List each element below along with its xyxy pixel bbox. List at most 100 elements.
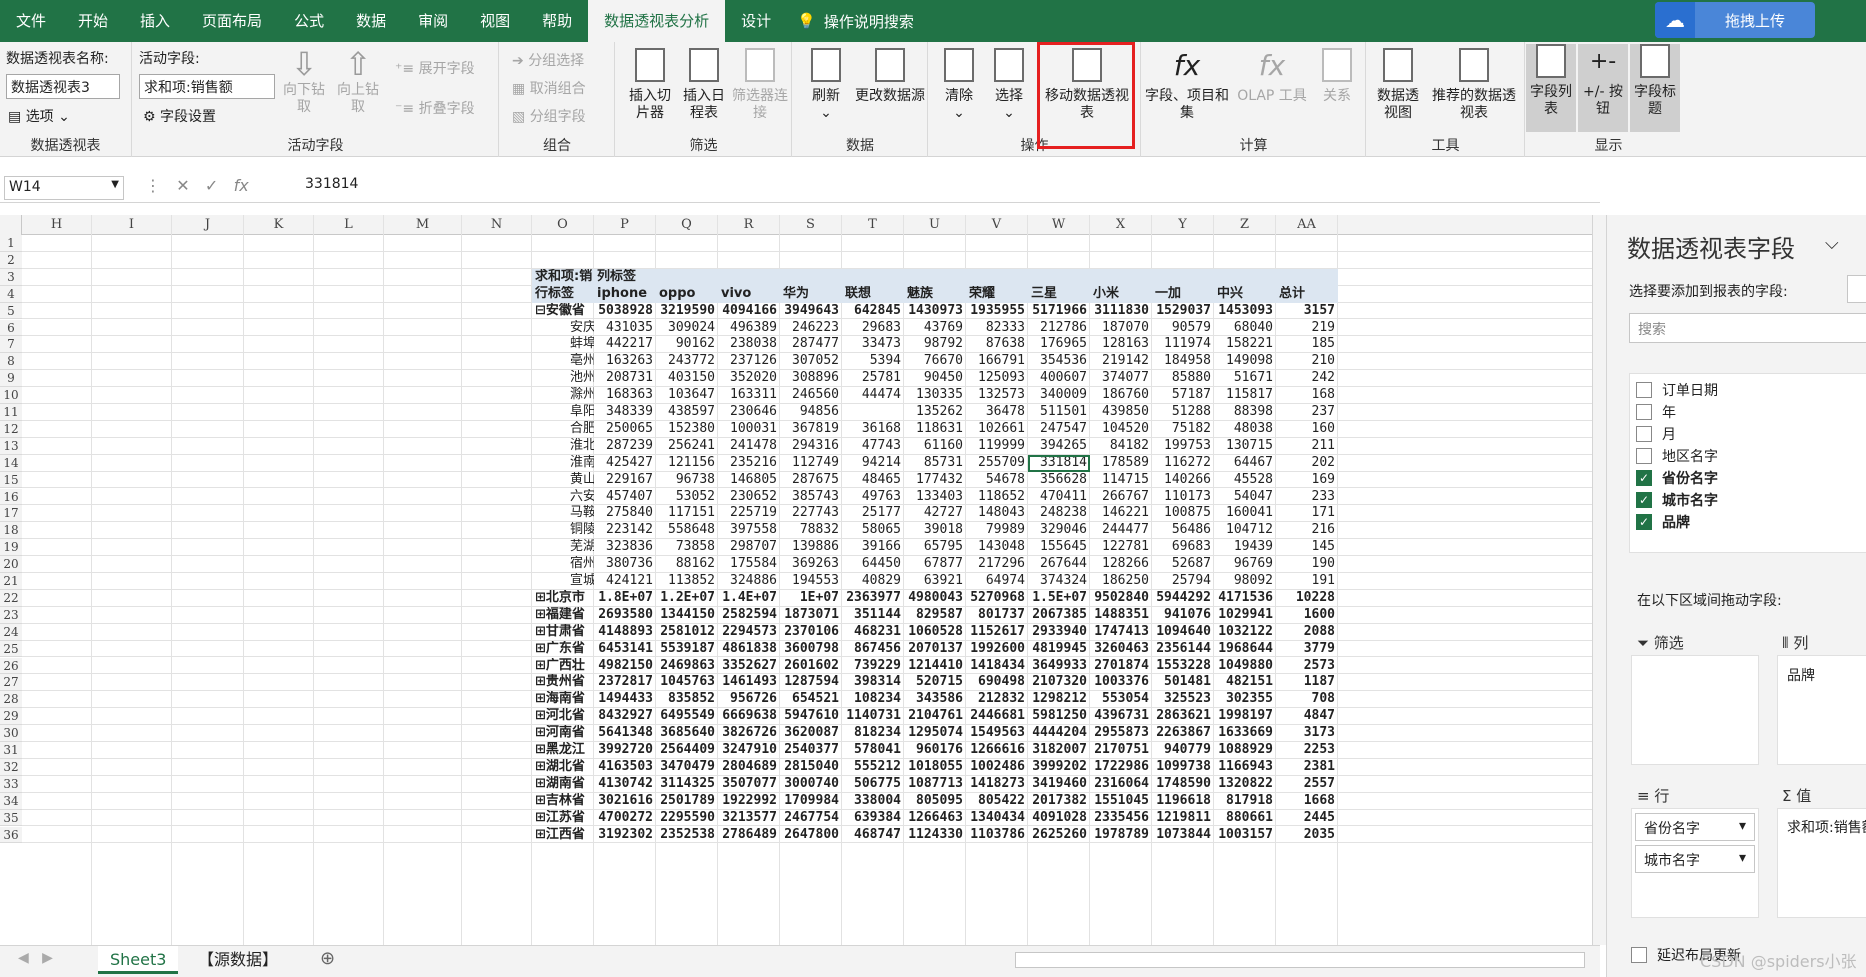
- value-cell[interactable]: 4847: [1276, 708, 1338, 725]
- value-cell[interactable]: 2253: [1276, 742, 1338, 759]
- row-label[interactable]: ⊞吉林省: [532, 793, 594, 810]
- row-label[interactable]: ⊞湖南省: [532, 776, 594, 793]
- field-checkbox[interactable]: [1636, 426, 1652, 442]
- value-cell[interactable]: 90579: [1152, 320, 1214, 337]
- value-cell[interactable]: 3600798: [780, 641, 842, 658]
- value-cell[interactable]: 216: [1276, 522, 1338, 539]
- value-cell[interactable]: 1633669: [1214, 725, 1276, 742]
- row-header[interactable]: 29: [0, 708, 22, 726]
- value-cell[interactable]: 111974: [1152, 336, 1214, 353]
- value-cell[interactable]: 2017382: [1028, 793, 1090, 810]
- value-cell[interactable]: 578041: [842, 742, 904, 759]
- horizontal-scrollbar[interactable]: [1015, 952, 1585, 968]
- value-cell[interactable]: 202: [1276, 455, 1338, 472]
- row-field-pill-2[interactable]: 城市名字 ▾: [1635, 845, 1755, 873]
- value-cell[interactable]: 2540377: [780, 742, 842, 759]
- value-cell[interactable]: 51671: [1214, 370, 1276, 387]
- value-cell[interactable]: 33473: [842, 336, 904, 353]
- search-input[interactable]: 搜索: [1629, 313, 1866, 343]
- value-cell[interactable]: 2446681: [966, 708, 1028, 725]
- row-label[interactable]: 铜陵: [532, 522, 594, 539]
- value-cell[interactable]: 94856: [780, 404, 842, 421]
- row-header[interactable]: 8: [0, 353, 22, 371]
- value-cell[interactable]: 302355: [1214, 691, 1276, 708]
- value-cell[interactable]: 223142: [594, 522, 656, 539]
- value-cell[interactable]: 1.2E+07: [656, 590, 718, 607]
- row-header[interactable]: 13: [0, 437, 22, 455]
- value-cell[interactable]: 4819945: [1028, 641, 1090, 658]
- defer-update-checkbox[interactable]: [1631, 947, 1647, 963]
- value-cell[interactable]: 19439: [1214, 539, 1276, 556]
- upload-button[interactable]: ☁ 拖拽上传: [1655, 2, 1815, 38]
- value-cell[interactable]: 244477: [1090, 522, 1152, 539]
- column-header[interactable]: X: [1090, 215, 1152, 235]
- row-label[interactable]: ⊟安徽省: [532, 303, 594, 320]
- row-label[interactable]: 蚌埠: [532, 336, 594, 353]
- column-header[interactable]: Z: [1214, 215, 1276, 235]
- value-cell[interactable]: 5641348: [594, 725, 656, 742]
- value-cell[interactable]: 639384: [842, 810, 904, 827]
- row-header[interactable]: 27: [0, 674, 22, 692]
- value-cell[interactable]: 308896: [780, 370, 842, 387]
- value-cell[interactable]: 1214410: [904, 658, 966, 675]
- row-header[interactable]: 20: [0, 556, 22, 573]
- row-header[interactable]: 26: [0, 657, 22, 675]
- row-header[interactable]: 36: [0, 826, 22, 844]
- value-cell[interactable]: 4861838: [718, 641, 780, 658]
- value-cell[interactable]: 132573: [966, 387, 1028, 404]
- filter-area[interactable]: [1631, 655, 1759, 765]
- field-item[interactable]: ✓ 城市名字: [1636, 490, 1856, 510]
- row-label[interactable]: 安庆: [532, 320, 594, 337]
- formula-input[interactable]: 331814: [305, 176, 358, 192]
- value-cell[interactable]: 210: [1276, 353, 1338, 370]
- value-cell[interactable]: 64467: [1214, 455, 1276, 472]
- value-cell[interactable]: 424121: [594, 573, 656, 590]
- value-cell[interactable]: 4980043: [904, 590, 966, 607]
- value-cell[interactable]: 25781: [842, 370, 904, 387]
- row-field-pill-1[interactable]: 省份名字 ▾: [1635, 813, 1755, 841]
- value-cell[interactable]: 110173: [1152, 489, 1214, 506]
- row-header[interactable]: 1: [0, 235, 22, 252]
- value-cell[interactable]: 482151: [1214, 674, 1276, 691]
- value-cell[interactable]: 275840: [594, 505, 656, 522]
- value-cell[interactable]: 817918: [1214, 793, 1276, 810]
- value-cell[interactable]: 190: [1276, 556, 1338, 573]
- value-cell[interactable]: 2467754: [780, 810, 842, 827]
- field-checkbox[interactable]: [1636, 404, 1652, 420]
- row-label[interactable]: ⊞海南省: [532, 691, 594, 708]
- brand-header[interactable]: 总计: [1276, 285, 1338, 303]
- value-cell[interactable]: 1418434: [966, 658, 1028, 675]
- field-item[interactable]: 订单日期: [1636, 380, 1856, 400]
- field-checkbox[interactable]: [1636, 448, 1652, 464]
- value-cell[interactable]: 2316064: [1090, 776, 1152, 793]
- value-cell[interactable]: 49763: [842, 489, 904, 506]
- value-cell[interactable]: 255709: [966, 455, 1028, 472]
- menu-tab[interactable]: 帮助: [526, 0, 588, 42]
- value-cell[interactable]: 2573: [1276, 658, 1338, 675]
- field-item[interactable]: 月: [1636, 424, 1856, 444]
- row-header[interactable]: 35: [0, 809, 22, 827]
- value-cell[interactable]: 3111830: [1090, 303, 1152, 320]
- value-cell[interactable]: 940779: [1152, 742, 1214, 759]
- sheet-tab-active[interactable]: Sheet3: [98, 946, 179, 974]
- collapse-field-button[interactable]: ⁻≡ 折叠字段: [395, 98, 475, 118]
- row-header[interactable]: 21: [0, 573, 22, 590]
- row-header[interactable]: 18: [0, 522, 22, 540]
- value-cell[interactable]: 130335: [904, 387, 966, 404]
- value-cell[interactable]: 348339: [594, 404, 656, 421]
- value-cell[interactable]: 1549563: [966, 725, 1028, 742]
- value-cell[interactable]: 3000740: [780, 776, 842, 793]
- value-cell[interactable]: 369263: [780, 556, 842, 573]
- value-cell[interactable]: 104520: [1090, 421, 1152, 438]
- value-cell[interactable]: 108234: [842, 691, 904, 708]
- value-cell[interactable]: 3419460: [1028, 776, 1090, 793]
- value-cell[interactable]: 1002486: [966, 759, 1028, 776]
- value-cell[interactable]: 1045763: [656, 674, 718, 691]
- row-labels-filter[interactable]: 行标签: [532, 285, 594, 303]
- value-cell[interactable]: 266767: [1090, 489, 1152, 506]
- value-cell[interactable]: 43769: [904, 320, 966, 337]
- value-cell[interactable]: 2625260: [1028, 827, 1090, 844]
- value-cell[interactable]: 3247910: [718, 742, 780, 759]
- field-headers-button[interactable]: 字段标题: [1630, 44, 1680, 132]
- value-cell[interactable]: 3826726: [718, 725, 780, 742]
